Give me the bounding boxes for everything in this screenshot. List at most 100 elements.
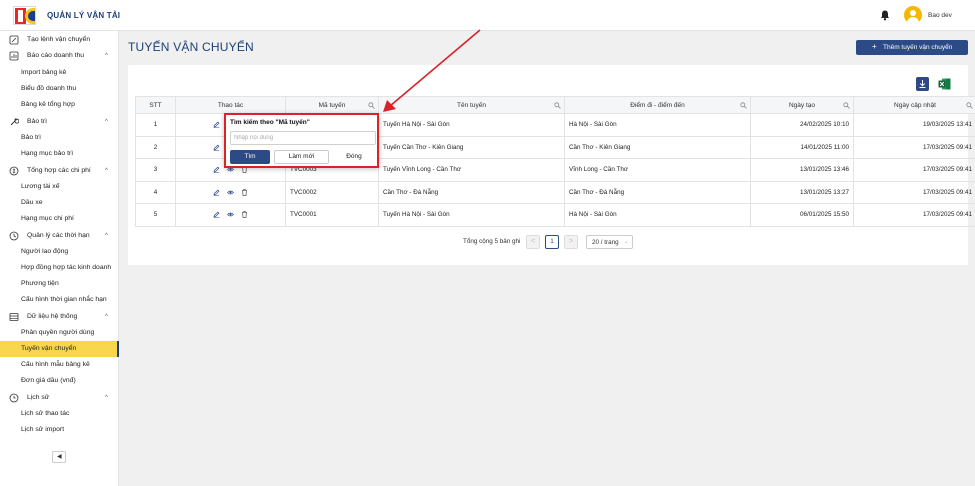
- sidebar-group-label: Tạo lệnh vận chuyển: [27, 36, 91, 43]
- search-icon[interactable]: [554, 102, 561, 109]
- filter-close-button[interactable]: Đóng: [332, 150, 376, 164]
- wrench-icon: [10, 118, 19, 126]
- table-cell: 17/03/2025 09:41: [853, 203, 975, 227]
- sidebar-group-label: Lịch sử: [27, 394, 50, 401]
- chevron-up-icon: ^: [105, 53, 108, 59]
- sidebar-item[interactable]: Biểu đồ doanh thu: [0, 81, 119, 97]
- excel-icon[interactable]: [938, 78, 951, 90]
- sidebar-item[interactable]: Tuyến vận chuyển: [0, 341, 119, 357]
- file-edit-icon: [9, 35, 19, 45]
- prev-page-button[interactable]: <: [526, 235, 540, 249]
- next-page-button[interactable]: >: [564, 235, 578, 249]
- bell-icon[interactable]: [880, 10, 890, 21]
- table-cell: 13/01/2025 13:27: [750, 180, 854, 204]
- col-stt: STT: [135, 96, 176, 114]
- sidebar-item[interactable]: Hợp đồng hợp tác kinh doanh: [0, 260, 119, 276]
- add-route-label: Thêm tuyến vận chuyển: [883, 44, 953, 51]
- sidebar-item[interactable]: Hạng mục bảo trì: [0, 146, 119, 162]
- table-cell: Tuyến Vĩnh Long - Cần Thơ: [378, 158, 565, 182]
- company-logo[interactable]: [13, 6, 36, 25]
- table-cell: Tuyến Hà Nội - Sài Gòn: [378, 113, 565, 137]
- view-icon[interactable]: [227, 211, 234, 218]
- edit-icon[interactable]: [213, 166, 220, 174]
- page-size-value: 20 / trang: [592, 239, 619, 246]
- current-page[interactable]: 1: [545, 235, 559, 249]
- page-size-select[interactable]: 20 / trang ⌄: [586, 235, 633, 249]
- edit-icon[interactable]: [213, 211, 220, 219]
- search-icon[interactable]: [843, 102, 850, 109]
- cost-icon: [9, 166, 19, 176]
- sidebar-group[interactable]: Tổng hợp các chi phí ^: [0, 163, 119, 179]
- add-route-button[interactable]: + Thêm tuyến vận chuyển: [856, 40, 968, 55]
- sidebar-item[interactable]: Đơn giá dầu (vnđ): [0, 373, 119, 389]
- edit-icon[interactable]: [213, 121, 220, 129]
- col-updated-date[interactable]: Ngày cập nhật: [853, 96, 975, 114]
- collapse-sidebar-button[interactable]: ◀: [52, 451, 66, 463]
- sidebar-item[interactable]: Import bảng kê: [0, 65, 119, 81]
- sidebar-item[interactable]: Cấu hình thời gian nhắc hạn: [0, 292, 119, 308]
- table-cell: Vĩnh Long - Cần Thơ: [564, 158, 751, 182]
- table-cell: Cần Thơ - Đà Nẵng: [564, 180, 751, 204]
- username[interactable]: Bao dev: [928, 12, 952, 19]
- sidebar-item-label: Lương tài xế: [21, 183, 60, 190]
- filter-reset-button[interactable]: Làm mới: [274, 150, 329, 164]
- sidebar-group[interactable]: Tạo lệnh vận chuyển: [0, 32, 119, 48]
- sidebar-item[interactable]: Lịch sử import: [0, 422, 119, 438]
- view-icon[interactable]: [227, 189, 234, 196]
- download-button[interactable]: [916, 77, 929, 91]
- table-cell: 2: [135, 135, 176, 159]
- sidebar-item-label: Phân quyền người dùng: [21, 329, 95, 336]
- sidebar-item[interactable]: Phương tiện: [0, 276, 119, 292]
- user-avatar[interactable]: [904, 6, 922, 24]
- table-row: 4 TVC0002 Cần Thơ - Đà Nẵng Cần Thơ - Đà Nẵ…: [135, 180, 975, 204]
- sidebar-group[interactable]: Lịch sử ^: [0, 390, 119, 406]
- history-icon: [9, 393, 19, 403]
- col-route-name[interactable]: Tên tuyến: [378, 96, 565, 114]
- sidebar-group[interactable]: Báo cáo doanh thu ^: [0, 48, 119, 64]
- table-cell: TVC0001: [285, 203, 379, 227]
- delete-icon[interactable]: [241, 211, 248, 218]
- table-cell: Tuyến Hà Nội - Sài Gòn: [378, 203, 565, 227]
- table-cell: 24/02/2025 10:10: [750, 113, 854, 137]
- search-icon[interactable]: [368, 102, 375, 109]
- table-cell: 3: [135, 158, 176, 182]
- sidebar-item[interactable]: Cấu hình mẫu bảng kê: [0, 357, 119, 373]
- filter-search-button[interactable]: Tìm: [230, 150, 270, 164]
- sidebar-item[interactable]: Lịch sử thao tác: [0, 406, 119, 422]
- sidebar-item[interactable]: Dầu xe: [0, 195, 119, 211]
- chevron-up-icon: ^: [105, 395, 108, 401]
- table-cell: 17/03/2025 09:41: [853, 180, 975, 204]
- chevron-up-icon: ^: [105, 168, 108, 174]
- sidebar-item-label: Hợp đồng hợp tác kinh doanh: [21, 264, 112, 271]
- sidebar: Tạo lệnh vận chuyển Báo cáo doanh thu ^ Imp…: [0, 31, 119, 486]
- search-icon[interactable]: [966, 102, 973, 109]
- col-route-code[interactable]: Mã tuyến: [285, 96, 379, 114]
- table-cell: 1: [135, 113, 176, 137]
- col-origin-destination[interactable]: Điểm đi - điểm đến: [564, 96, 751, 114]
- chevron-left-icon: ◀: [57, 454, 62, 460]
- filter-input[interactable]: [230, 131, 376, 145]
- table-cell: 5: [135, 203, 176, 227]
- col-created-date[interactable]: Ngày tạo: [750, 96, 854, 114]
- table-cell: 19/03/2025 13:41: [853, 113, 975, 137]
- database-icon: [9, 313, 19, 321]
- edit-icon[interactable]: [213, 189, 220, 196]
- sidebar-item[interactable]: Phân quyền người dùng: [0, 325, 119, 341]
- sidebar-item[interactable]: Hạng mục chi phí: [0, 211, 119, 227]
- row-actions: [175, 203, 286, 227]
- table-cell: 4: [135, 180, 176, 204]
- sidebar-group[interactable]: Bảo trì ^: [0, 114, 119, 130]
- sidebar-item[interactable]: Bảo trì: [0, 130, 119, 146]
- sidebar-group[interactable]: Dữ liệu hệ thống ^: [0, 309, 119, 325]
- table-cell: Cần Thơ - Đà Nẵng: [378, 180, 565, 204]
- edit-icon[interactable]: [213, 144, 220, 151]
- sidebar-item[interactable]: Bảng kê tổng hợp: [0, 97, 119, 113]
- sidebar-item-label: Lịch sử thao tác: [21, 410, 70, 417]
- sidebar-item-label: Bảo trì: [21, 134, 42, 141]
- search-icon[interactable]: [740, 102, 747, 109]
- sidebar-item[interactable]: Lương tài xế: [0, 179, 119, 195]
- delete-icon[interactable]: [241, 189, 248, 196]
- chevron-down-icon: ⌄: [624, 239, 629, 245]
- total-records: Tổng cộng 5 bản ghi: [463, 238, 521, 245]
- row-actions: [175, 180, 286, 204]
